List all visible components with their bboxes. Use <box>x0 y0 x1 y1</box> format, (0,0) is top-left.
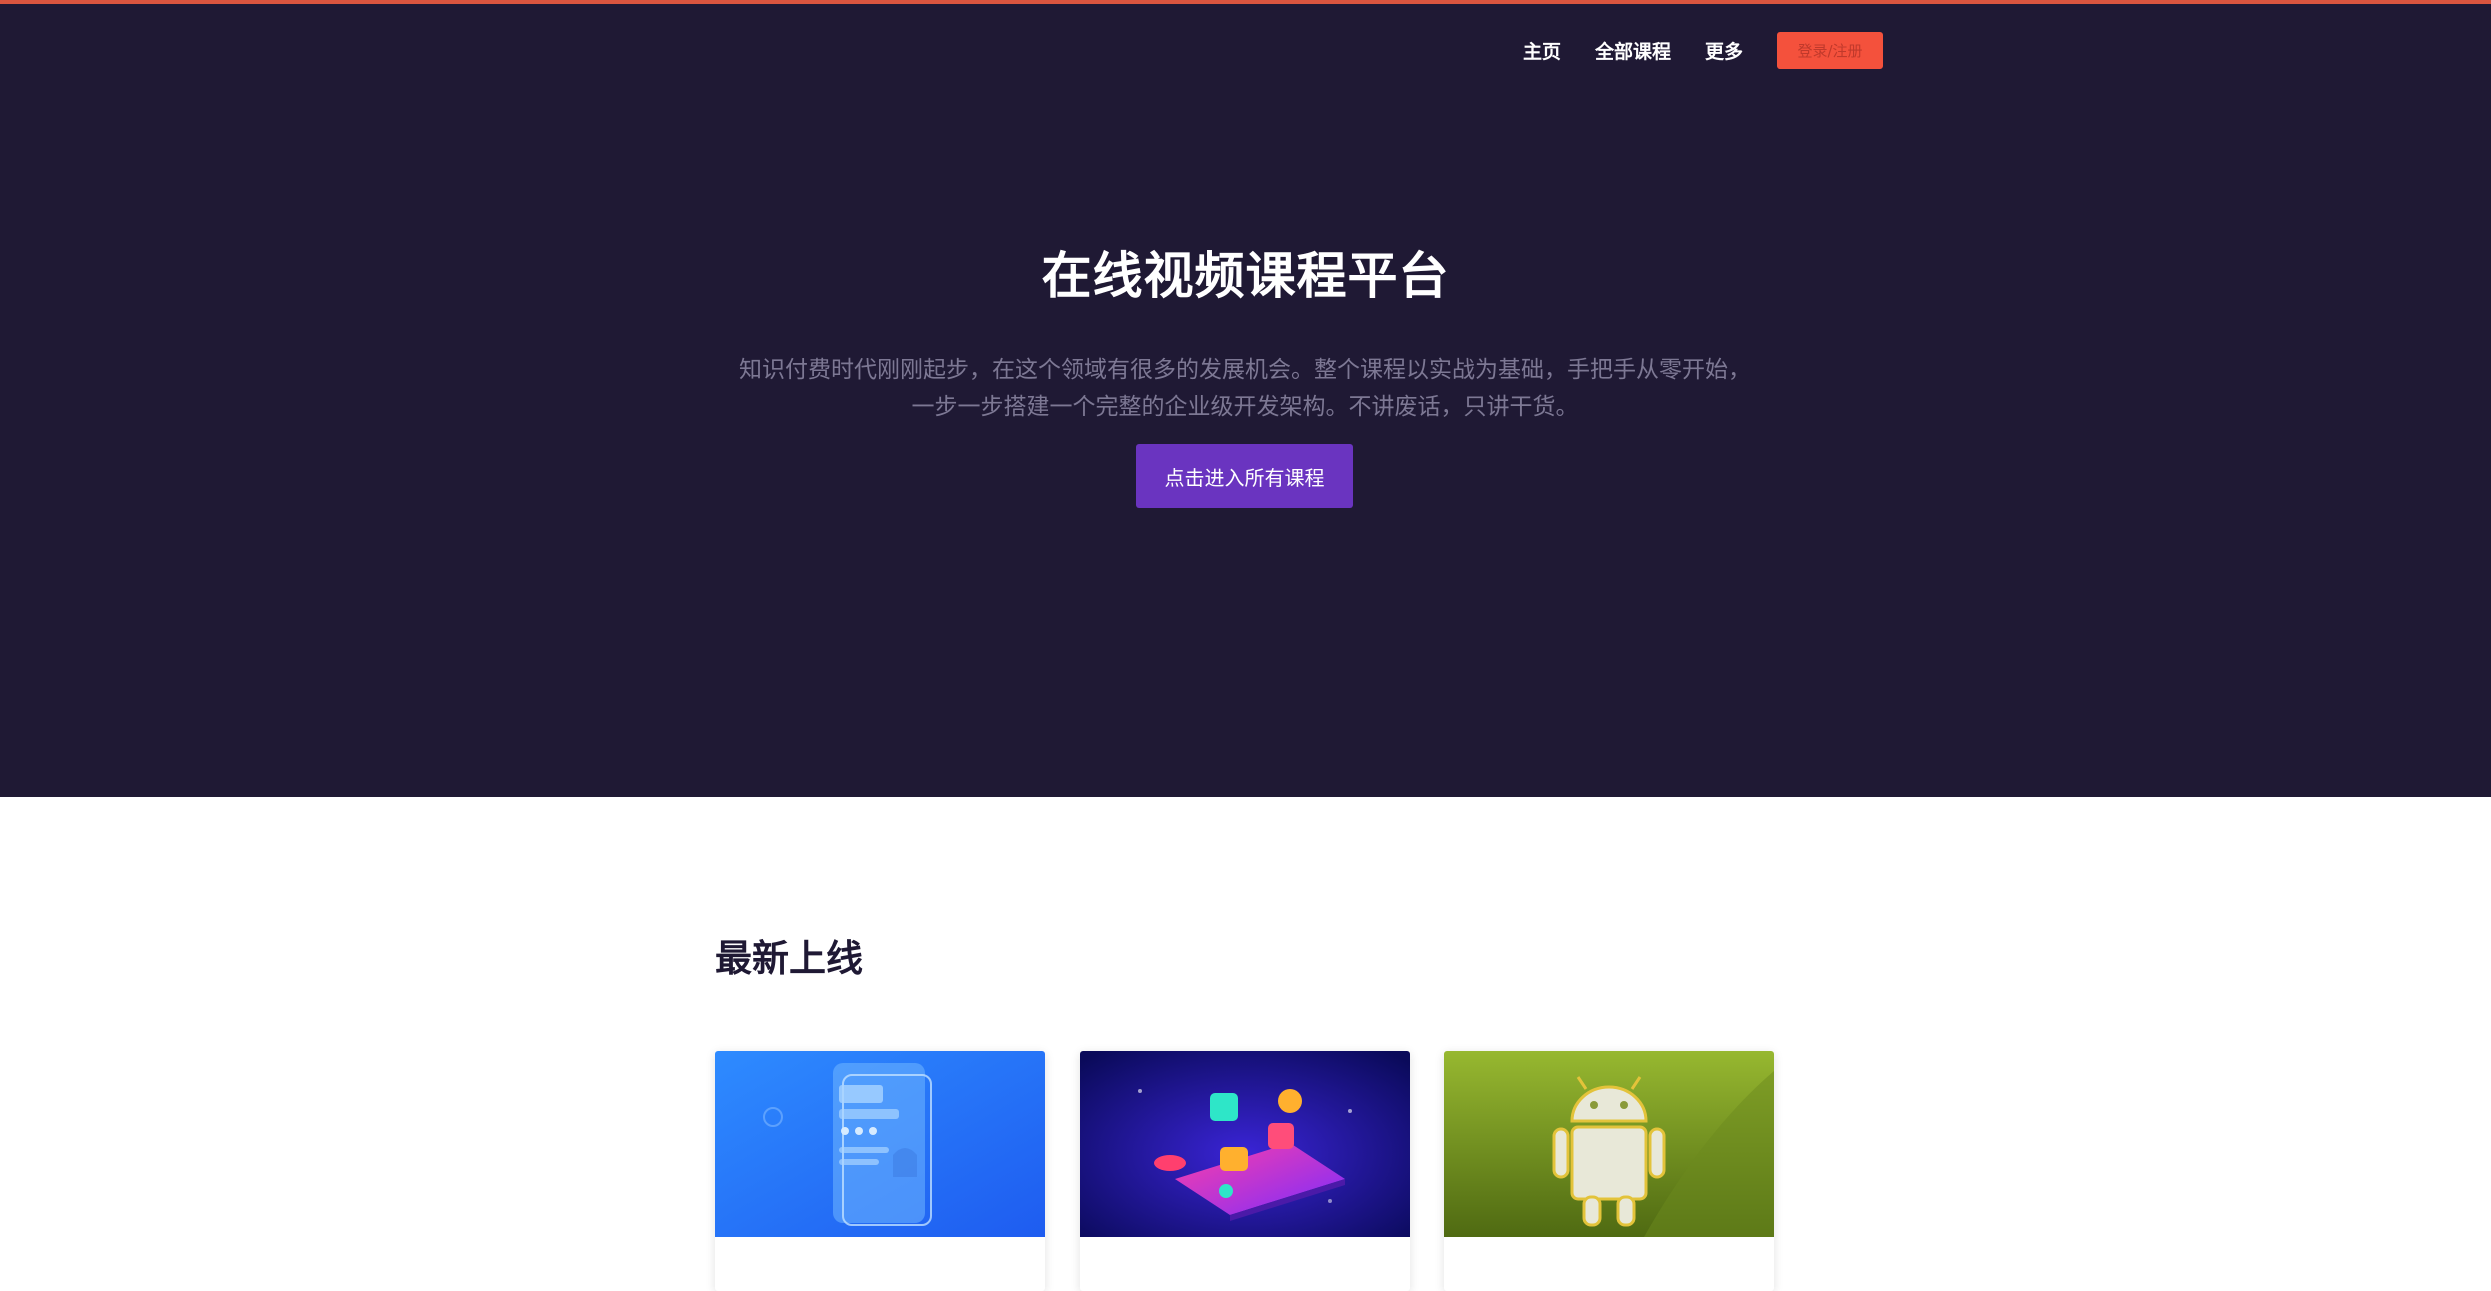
hero-banner: 主页 全部课程 更多 登录/注册 在线视频课程平台 知识付费时代刚刚起步，在这个… <box>0 0 2491 797</box>
course-thumbnail-android-robot[interactable] <box>1444 1051 1774 1237</box>
hero-description-line-1: 知识付费时代刚刚起步，在这个领域有很多的发展机会。整个课程以实战为基础，手把手从… <box>739 357 1751 383</box>
enter-all-courses-button[interactable]: 点击进入所有课程 <box>1136 444 1353 508</box>
latest-section-title: 最新上线 <box>715 937 863 980</box>
nav-more[interactable]: 更多 <box>1705 37 1743 64</box>
course-card[interactable] <box>1444 1051 1774 1291</box>
nav-all-courses[interactable]: 全部课程 <box>1595 37 1671 64</box>
top-nav: 主页 全部课程 更多 登录/注册 <box>1489 32 1883 69</box>
hero-description-line-2: 一步一步搭建一个完整的企业级开发架构。不讲废话，只讲干货。 <box>911 394 1579 420</box>
login-register-button[interactable]: 登录/注册 <box>1777 32 1883 69</box>
course-card[interactable] <box>715 1051 1045 1291</box>
hero-description: 知识付费时代刚刚起步，在这个领域有很多的发展机会。整个课程以实战为基础，手把手从… <box>620 352 1870 426</box>
course-card[interactable] <box>1080 1051 1410 1291</box>
nav-home[interactable]: 主页 <box>1523 37 1561 64</box>
course-thumbnail-android-phone[interactable] <box>715 1051 1045 1237</box>
page-title: 在线视频课程平台 <box>1041 247 1450 305</box>
course-thumbnail-social-phone[interactable] <box>1080 1051 1410 1237</box>
